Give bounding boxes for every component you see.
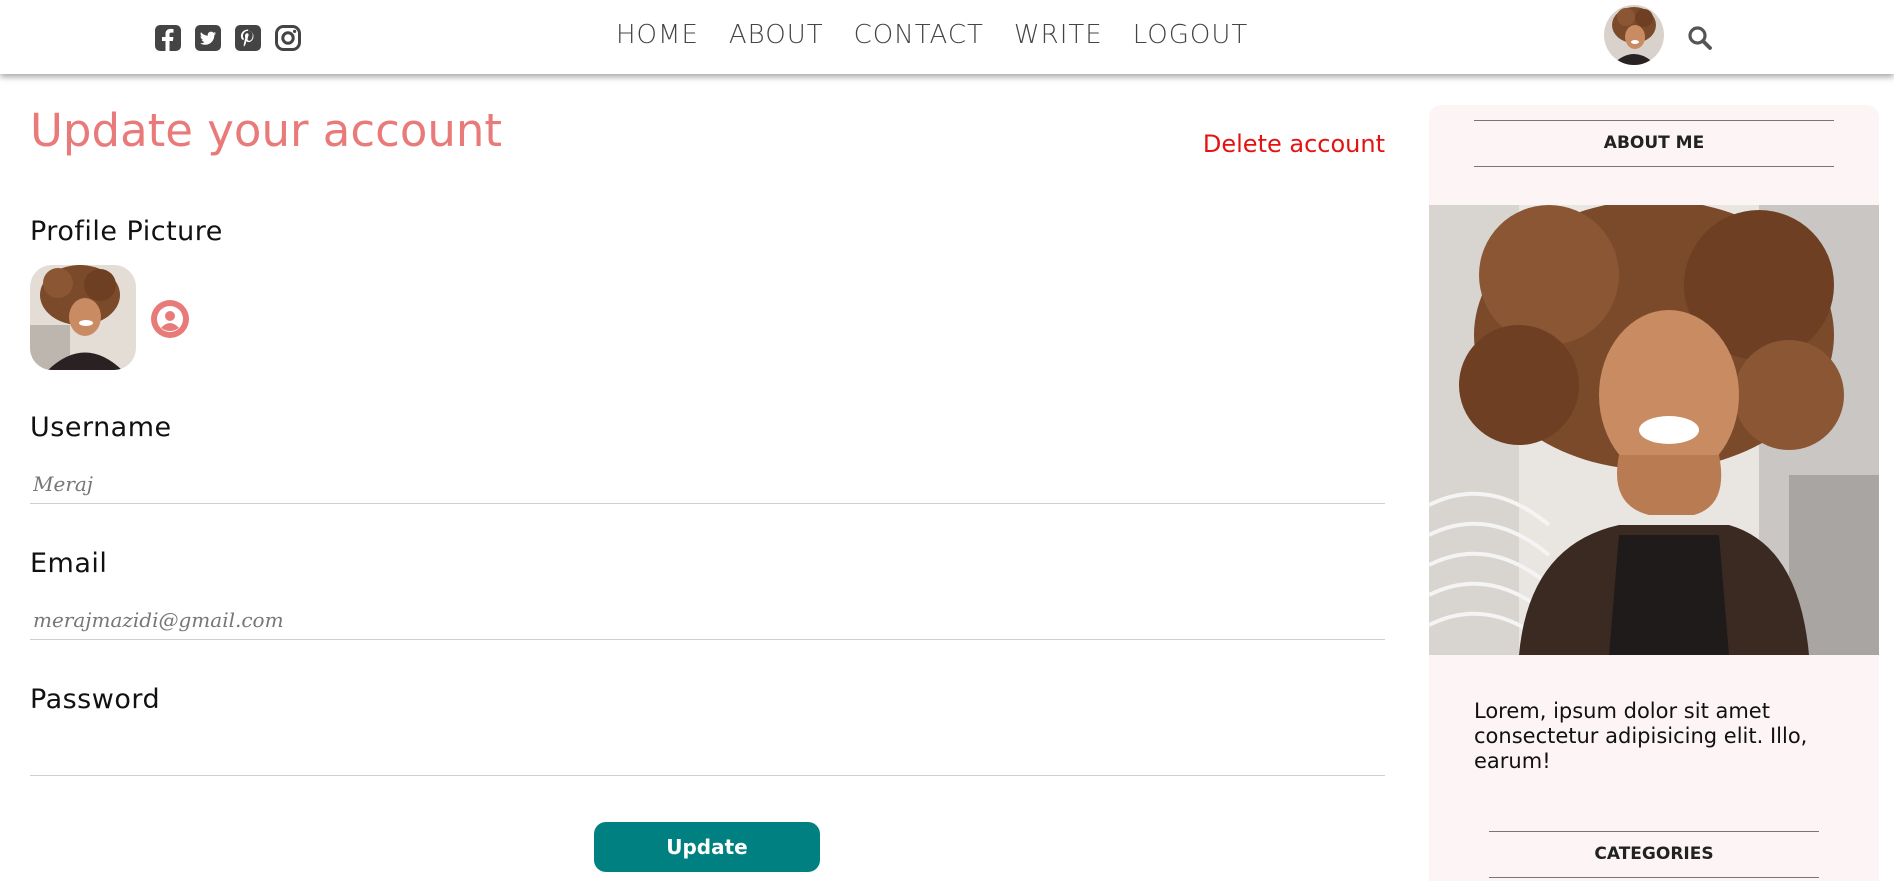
update-button[interactable]: Update (594, 822, 820, 872)
about-me-image (1429, 205, 1879, 655)
nav-home[interactable]: HOME (616, 20, 699, 50)
email-input[interactable] (30, 600, 1385, 640)
password-label: Password (30, 684, 161, 715)
username-input[interactable] (30, 464, 1385, 504)
top-bar: HOME ABOUT CONTACT WRITE LOGOUT (0, 0, 1894, 74)
sidebar: ABOUT ME Lorem, ipsum dolor sit amet con… (1429, 105, 1879, 881)
page-title: Update your account (30, 104, 503, 157)
username-label: Username (30, 412, 172, 443)
nav-contact[interactable]: CONTACT (854, 20, 984, 50)
main-nav: HOME ABOUT CONTACT WRITE LOGOUT (616, 20, 1248, 50)
profile-picture-label: Profile Picture (30, 216, 223, 247)
instagram-icon[interactable] (274, 24, 302, 52)
profile-picture (30, 265, 136, 370)
nav-about[interactable]: ABOUT (729, 20, 824, 50)
twitter-square-icon[interactable] (194, 24, 222, 52)
categories-title: CATEGORIES (1489, 831, 1819, 878)
user-circle-icon[interactable] (150, 299, 190, 339)
social-links (154, 24, 302, 52)
settings-main: Update your account Delete account Profi… (30, 74, 1385, 881)
search-icon[interactable] (1686, 24, 1714, 52)
email-label: Email (30, 548, 108, 579)
pinterest-square-icon[interactable] (234, 24, 262, 52)
about-me-text: Lorem, ipsum dolor sit amet consectetur … (1474, 699, 1808, 774)
user-avatar[interactable] (1604, 5, 1664, 65)
password-input[interactable] (30, 736, 1385, 776)
about-me-title: ABOUT ME (1474, 120, 1834, 167)
facebook-square-icon[interactable] (154, 24, 182, 52)
delete-account-link[interactable]: Delete account (1203, 130, 1385, 158)
nav-logout[interactable]: LOGOUT (1133, 20, 1249, 50)
nav-write[interactable]: WRITE (1014, 20, 1103, 50)
